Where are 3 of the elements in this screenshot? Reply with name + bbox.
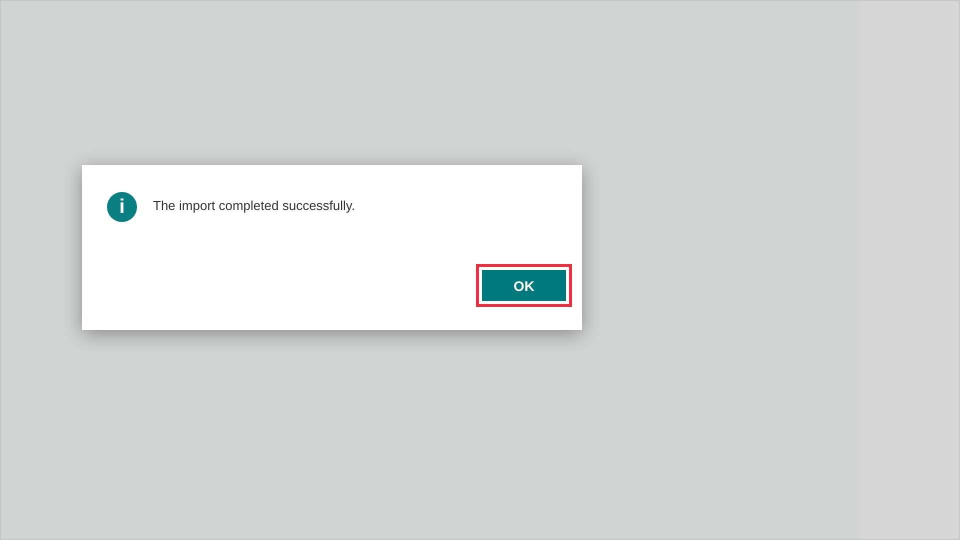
- message-text: The import completed successfully.: [153, 198, 356, 213]
- ok-button[interactable]: OK: [482, 270, 566, 301]
- info-icon: i: [107, 192, 137, 222]
